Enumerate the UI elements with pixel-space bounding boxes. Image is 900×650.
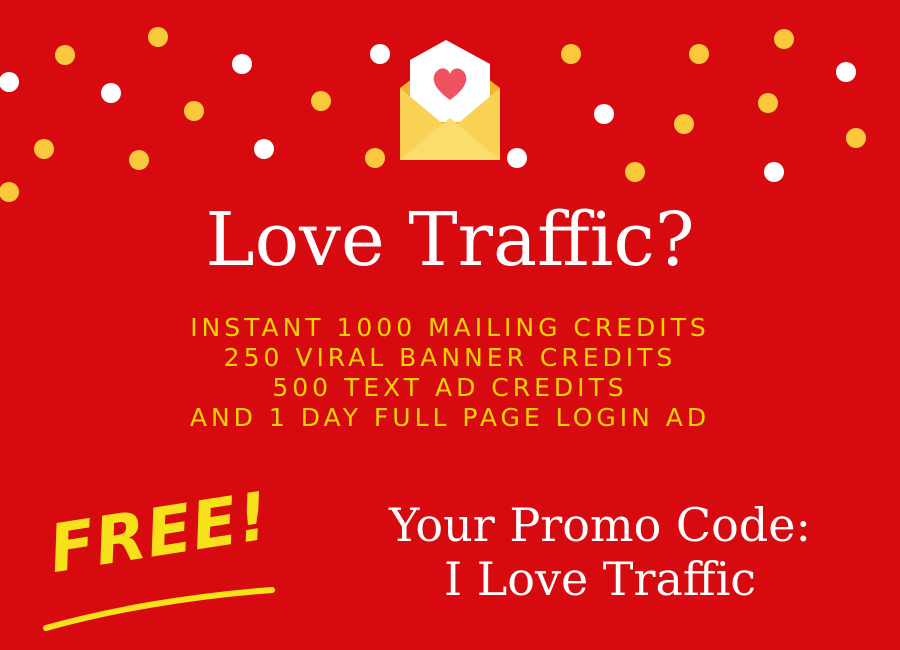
- love-letter-envelope-icon: [400, 40, 500, 160]
- confetti-dot: [254, 139, 274, 159]
- promo-label: Your Promo Code:: [389, 498, 811, 552]
- confetti-dot: [846, 128, 866, 148]
- confetti-dot: [365, 148, 385, 168]
- confetti-dot: [625, 162, 645, 182]
- confetti-dot: [232, 54, 252, 74]
- confetti-dot: [129, 150, 149, 170]
- confetti-dot: [689, 44, 709, 64]
- offer-line: 250 VIRAL BANNER CREDITS: [223, 343, 677, 372]
- love-traffic-banner: Love Traffic? INSTANT 1000 MAILING CREDI…: [0, 0, 900, 650]
- confetti-dot: [370, 44, 390, 64]
- confetti-dot: [184, 101, 204, 121]
- promo-code-block: Your Promo Code: I Love Traffic: [330, 498, 870, 606]
- confetti-dot: [311, 91, 331, 111]
- confetti-dot: [34, 139, 54, 159]
- headline: Love Traffic?: [205, 197, 695, 283]
- confetti-dot: [148, 27, 168, 47]
- promo-code: I Love Traffic: [443, 552, 757, 606]
- confetti-dot: [764, 162, 784, 182]
- confetti-dot: [594, 104, 614, 124]
- confetti-dot: [836, 62, 856, 82]
- confetti-dot: [561, 44, 581, 64]
- confetti-dot: [774, 29, 794, 49]
- offer-line: 500 TEXT AD CREDITS: [272, 373, 628, 402]
- confetti-dot: [55, 45, 75, 65]
- offer-line: INSTANT 1000 MAILING CREDITS: [190, 313, 710, 342]
- confetti-dot: [0, 72, 19, 92]
- offer-line: AND 1 DAY FULL PAGE LOGIN AD: [189, 403, 711, 432]
- confetti-dot: [507, 148, 527, 168]
- confetti-dot: [101, 83, 121, 103]
- confetti-dot: [674, 114, 694, 134]
- confetti-dot: [758, 93, 778, 113]
- offer-list: INSTANT 1000 MAILING CREDITS 250 VIRAL B…: [0, 313, 900, 433]
